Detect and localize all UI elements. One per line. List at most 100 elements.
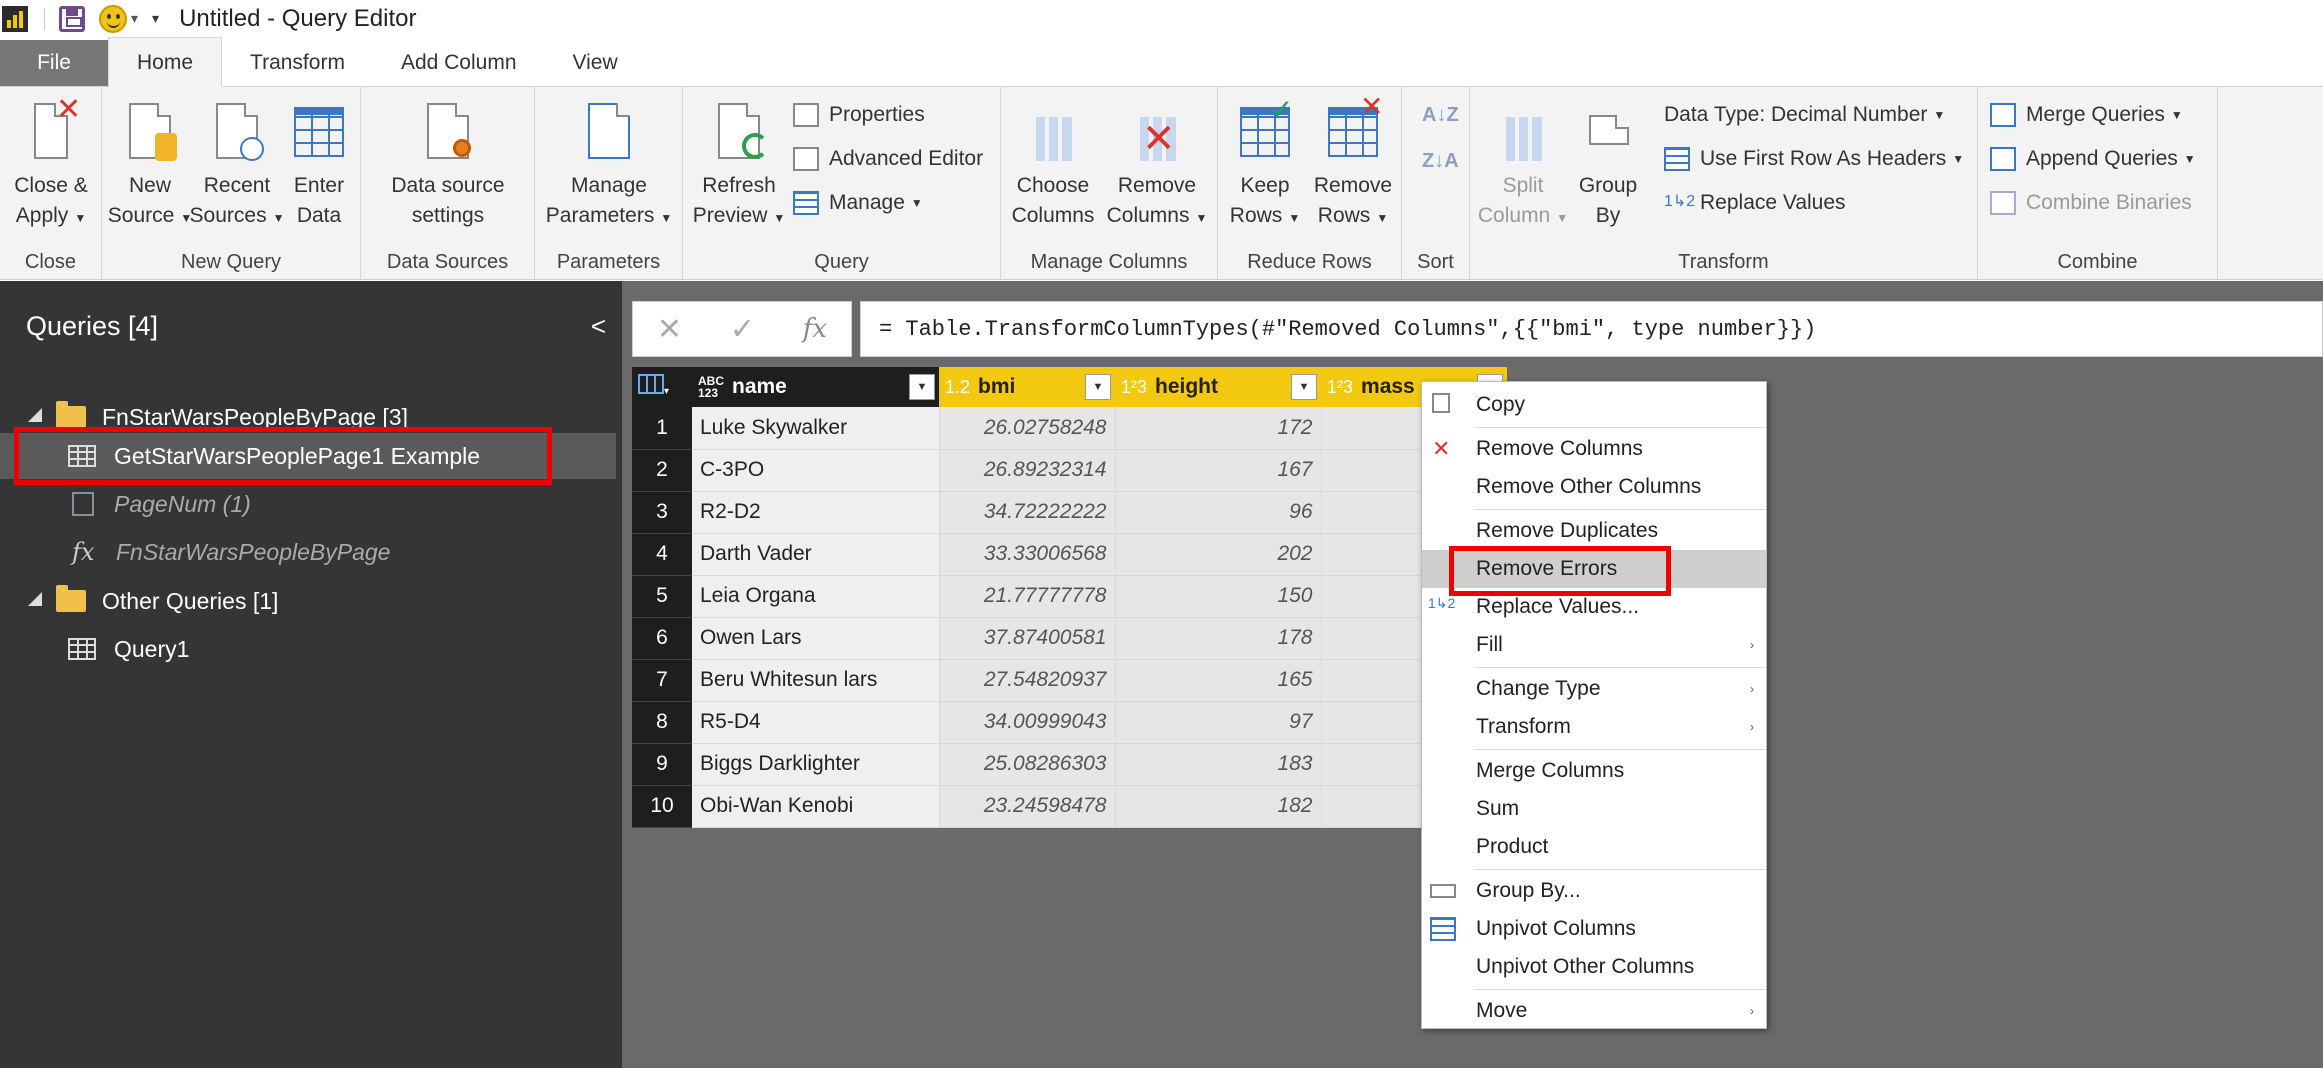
menu-item-sum[interactable]: Sum <box>1422 790 1766 828</box>
cell-bmi[interactable]: 33.33006568 <box>939 533 1116 576</box>
new-source-button[interactable]: New Source ▼ <box>108 101 192 233</box>
menu-item-copy[interactable]: Copy <box>1422 386 1766 424</box>
menu-item-unpivot-columns[interactable]: Unpivot Columns <box>1422 910 1766 948</box>
table-row[interactable]: 7 Beru Whitesun lars 27.54820937 165 <box>632 659 1508 702</box>
cell-name[interactable]: Biggs Darklighter <box>692 743 940 786</box>
replace-values-button[interactable]: 1↳2 Replace Values <box>1664 191 1846 215</box>
table-row[interactable]: 6 Owen Lars 37.87400581 178 <box>632 617 1508 660</box>
row-number[interactable]: 5 <box>632 575 692 618</box>
cell-height[interactable]: 96 <box>1115 491 1322 534</box>
cell-name[interactable]: Luke Skywalker <box>692 407 940 450</box>
cell-name[interactable]: Beru Whitesun lars <box>692 659 940 702</box>
remove-rows-button[interactable]: ✕ Remove Rows ▼ <box>1308 93 1398 233</box>
collapse-pane-icon[interactable]: < <box>591 311 606 342</box>
table-row[interactable]: 4 Darth Vader 33.33006568 202 <box>632 533 1508 576</box>
split-column-button[interactable]: Split Column ▼ <box>1478 101 1568 233</box>
cell-name[interactable]: Obi-Wan Kenobi <box>692 785 940 828</box>
tab-home[interactable]: Home <box>108 37 223 87</box>
menu-item-transform[interactable]: Transform › <box>1422 708 1766 746</box>
menu-item-fill[interactable]: Fill › <box>1422 626 1766 664</box>
tab-transform[interactable]: Transform <box>222 40 373 86</box>
menu-item-product[interactable]: Product <box>1422 828 1766 866</box>
close-apply-button[interactable]: ✕ Close & Apply ▼ <box>6 95 96 233</box>
cell-bmi[interactable]: 23.24598478 <box>939 785 1116 828</box>
menu-item-remove-columns[interactable]: ✕ Remove Columns <box>1422 430 1766 468</box>
row-number[interactable]: 3 <box>632 491 692 534</box>
table-row[interactable]: 1 Luke Skywalker 26.02758248 172 <box>632 407 1508 450</box>
advanced-editor-button[interactable]: Advanced Editor <box>793 147 983 171</box>
cell-name[interactable]: Leia Organa <box>692 575 940 618</box>
expand-triangle-icon[interactable] <box>28 592 42 606</box>
column-header-bmi[interactable]: 1.2 bmi ▼ <box>939 367 1115 407</box>
cell-bmi[interactable]: 27.54820937 <box>939 659 1116 702</box>
table-row[interactable]: 9 Biggs Darklighter 25.08286303 183 <box>632 743 1508 786</box>
insert-function-icon[interactable]: fx <box>803 314 827 344</box>
cell-bmi[interactable]: 26.89232314 <box>939 449 1116 492</box>
tab-view[interactable]: View <box>545 40 646 86</box>
row-number[interactable]: 4 <box>632 533 692 576</box>
menu-item-replace-values[interactable]: 1↳2 Replace Values... <box>1422 588 1766 626</box>
row-number[interactable]: 10 <box>632 785 692 828</box>
cell-height[interactable]: 167 <box>1115 449 1322 492</box>
table-row[interactable]: 10 Obi-Wan Kenobi 23.24598478 182 <box>632 785 1508 828</box>
cell-name[interactable]: R5-D4 <box>692 701 940 744</box>
row-number[interactable]: 8 <box>632 701 692 744</box>
data-type-dropdown[interactable]: Data Type: Decimal Number ▼ <box>1664 103 1945 127</box>
manage-parameters-button[interactable]: Manage Parameters ▼ <box>539 101 679 233</box>
cell-name[interactable]: R2-D2 <box>692 491 940 534</box>
cell-height[interactable]: 202 <box>1115 533 1322 576</box>
table-row[interactable]: 3 R2-D2 34.72222222 96 <box>632 491 1508 534</box>
tab-file[interactable]: File <box>0 40 108 86</box>
menu-item-group-by[interactable]: Group By... <box>1422 872 1766 910</box>
row-number[interactable]: 9 <box>632 743 692 786</box>
menu-item-move[interactable]: Move › <box>1422 992 1766 1030</box>
table-menu-button[interactable]: ▾ <box>632 367 692 407</box>
enter-data-button[interactable]: Enter Data <box>282 101 356 231</box>
tab-add-column[interactable]: Add Column <box>373 40 545 86</box>
data-source-settings-button[interactable]: Data source settings <box>365 101 531 231</box>
table-row[interactable]: 2 C-3PO 26.89232314 167 <box>632 449 1508 492</box>
menu-item-change-type[interactable]: Change Type › <box>1422 670 1766 708</box>
menu-item-unpivot-other-columns[interactable]: Unpivot Other Columns <box>1422 948 1766 986</box>
tree-item-query1[interactable]: Query1 <box>0 626 616 672</box>
cell-name[interactable]: C-3PO <box>692 449 940 492</box>
cancel-formula-icon[interactable]: ✕ <box>657 312 682 347</box>
keep-rows-button[interactable]: ✓ Keep Rows ▼ <box>1224 95 1306 233</box>
cell-height[interactable]: 178 <box>1115 617 1322 660</box>
cell-bmi[interactable]: 26.02758248 <box>939 407 1116 450</box>
use-first-row-as-headers-button[interactable]: Use First Row As Headers ▼ <box>1664 147 1964 171</box>
tree-item-fnstarwarspeoplebypage[interactable]: fx FnStarWarsPeopleByPage <box>0 529 616 575</box>
cell-height[interactable]: 165 <box>1115 659 1322 702</box>
cell-height[interactable]: 150 <box>1115 575 1322 618</box>
combine-binaries-button[interactable]: Combine Binaries <box>1990 191 2192 215</box>
append-queries-button[interactable]: Append Queries ▼ <box>1990 147 2196 171</box>
cell-height[interactable]: 97 <box>1115 701 1322 744</box>
menu-item-remove-other-columns[interactable]: Remove Other Columns <box>1422 468 1766 506</box>
save-button[interactable] <box>59 5 85 32</box>
row-number[interactable]: 6 <box>632 617 692 660</box>
row-number[interactable]: 1 <box>632 407 692 450</box>
properties-button[interactable]: Properties <box>793 103 925 127</box>
column-header-name[interactable]: ABC 123 name ▼ <box>692 367 939 407</box>
cell-bmi[interactable]: 37.87400581 <box>939 617 1116 660</box>
commit-formula-icon[interactable]: ✓ <box>730 312 755 347</box>
tree-item-pagenum[interactable]: PageNum (1) <box>0 481 616 527</box>
remove-columns-button[interactable]: ✕ Remove Columns ▼ <box>1101 101 1213 233</box>
column-filter-button[interactable]: ▼ <box>1085 374 1111 400</box>
sort-descending-button[interactable]: Z↓A <box>1422 147 1459 175</box>
menu-item-remove-duplicates[interactable]: Remove Duplicates <box>1422 512 1766 550</box>
recent-sources-button[interactable]: Recent Sources ▼ <box>190 101 284 233</box>
column-filter-button[interactable]: ▼ <box>1291 374 1317 400</box>
cell-bmi[interactable]: 25.08286303 <box>939 743 1116 786</box>
formula-bar-input[interactable]: = Table.TransformColumnTypes(#"Removed C… <box>860 301 2323 357</box>
table-row[interactable]: 5 Leia Organa 21.77777778 150 <box>632 575 1508 618</box>
column-filter-button[interactable]: ▼ <box>909 374 935 400</box>
table-row[interactable]: 8 R5-D4 34.00999043 97 <box>632 701 1508 744</box>
cell-name[interactable]: Owen Lars <box>692 617 940 660</box>
column-header-height[interactable]: 1²3 height ▼ <box>1115 367 1321 407</box>
cell-height[interactable]: 182 <box>1115 785 1322 828</box>
choose-columns-button[interactable]: Choose Columns <box>1007 101 1099 231</box>
cell-bmi[interactable]: 21.77777778 <box>939 575 1116 618</box>
cell-name[interactable]: Darth Vader <box>692 533 940 576</box>
feedback-button[interactable]: ▾ <box>99 4 138 33</box>
